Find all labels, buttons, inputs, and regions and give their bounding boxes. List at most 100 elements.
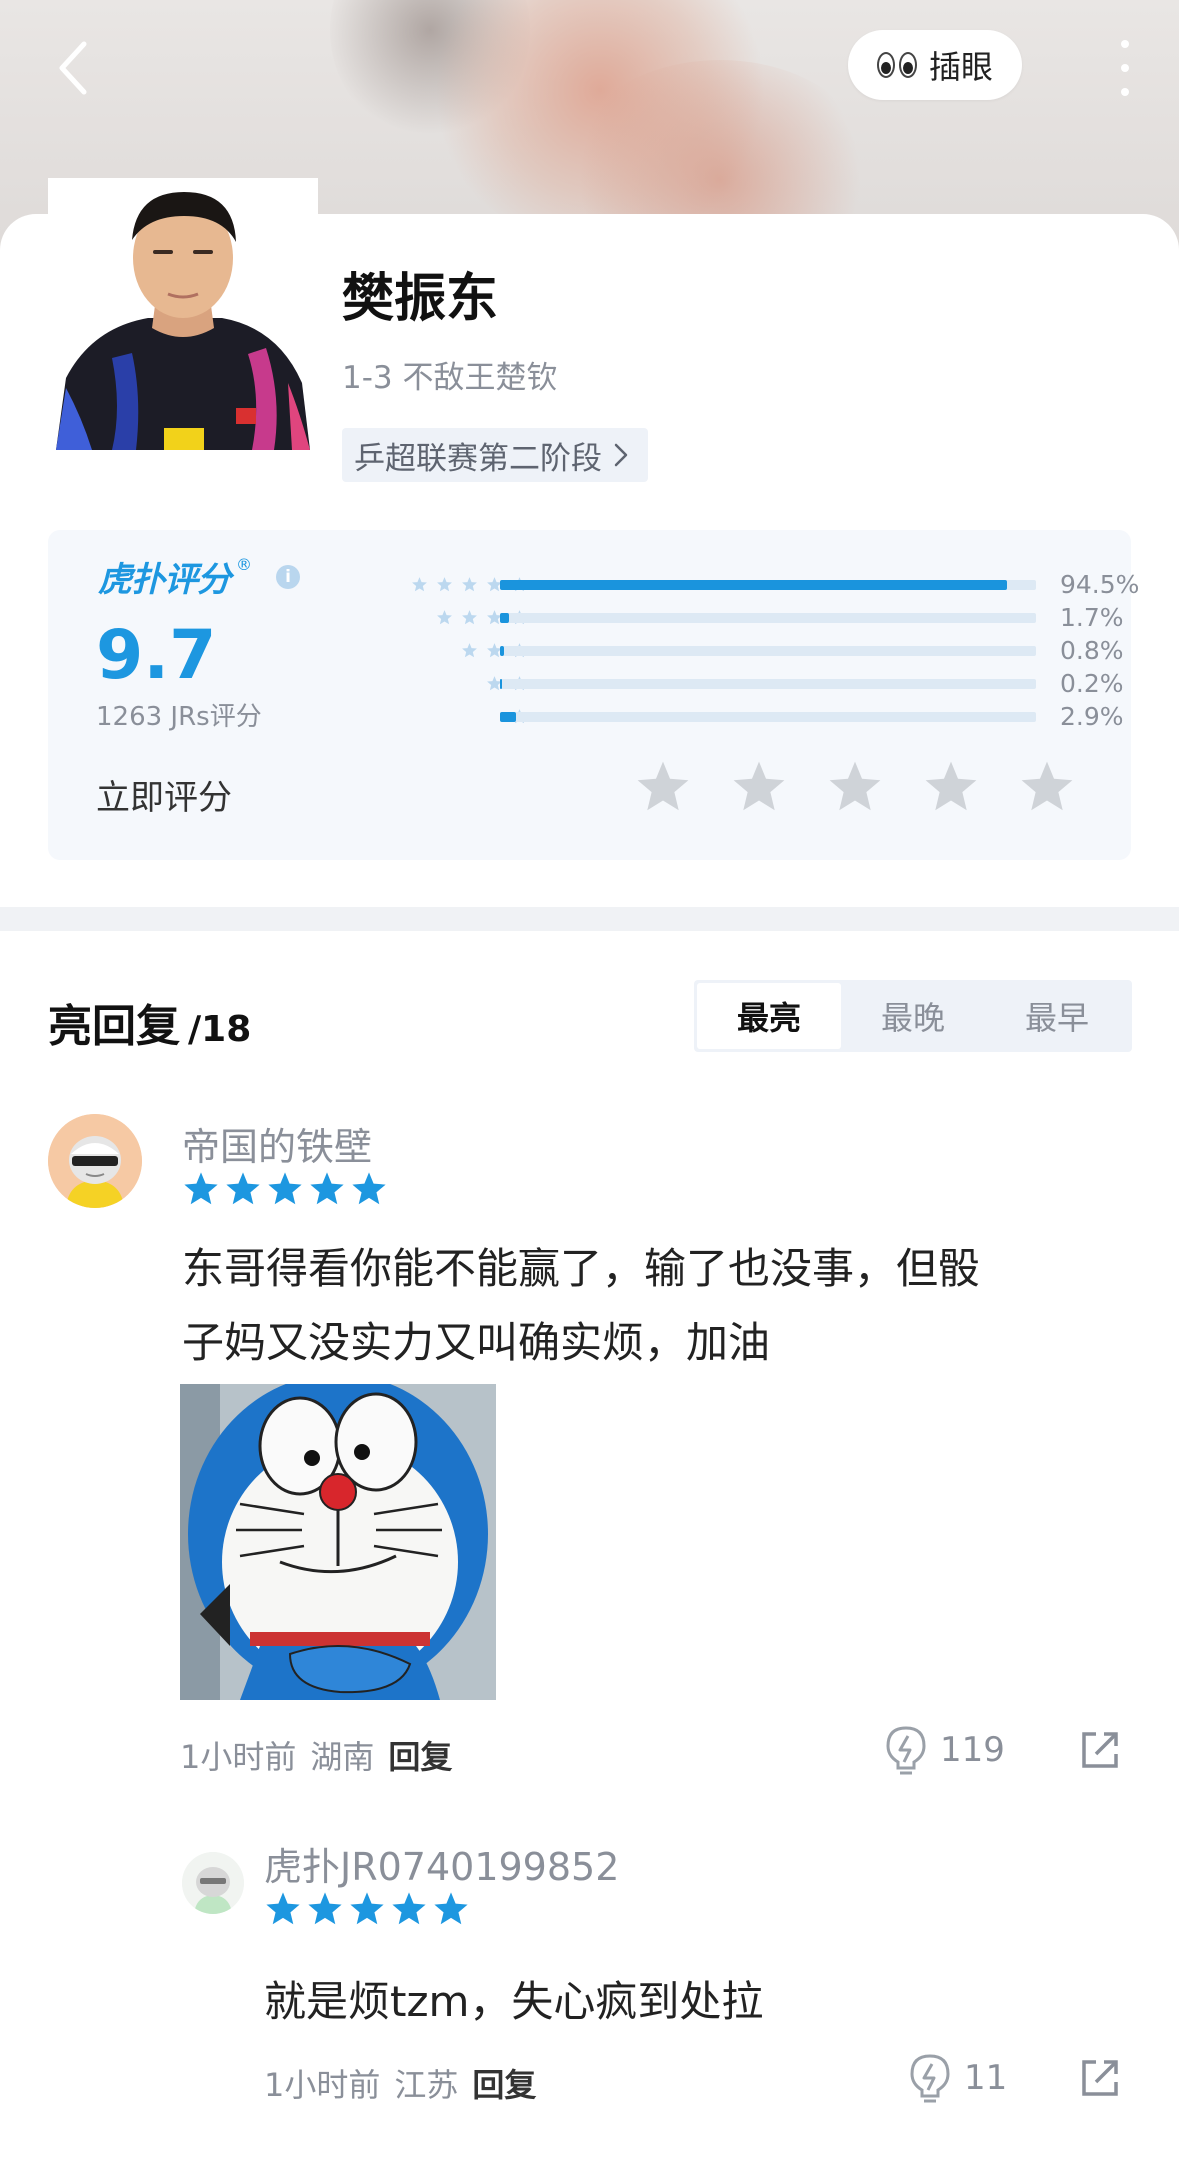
reply-text-line: 子妈又没实力又叫确实烦，加油 <box>182 1318 771 1367</box>
rate-now-label: 立即评分 <box>96 778 232 818</box>
reply-meta: 1小时前 湖南 回复 <box>180 1732 452 1778</box>
dot-icon <box>1121 64 1129 72</box>
replies-title: 亮回复 <box>48 1001 180 1052</box>
chevron-right-icon <box>614 443 628 467</box>
peek-button[interactable]: 插眼 <box>848 30 1022 100</box>
user-rating-stars <box>264 1890 470 1928</box>
rating-brand: 虎扑评分 ® i <box>98 552 300 601</box>
star-icon <box>226 1172 260 1205</box>
dot-icon <box>1121 88 1129 96</box>
star-icon <box>437 577 452 592</box>
distribution-percent: 1.7% <box>1060 603 1124 632</box>
rating-score: 9.7 <box>96 616 217 695</box>
star-icon <box>462 643 477 658</box>
tab-earliest[interactable]: 最早 <box>985 983 1129 1049</box>
doraemon-image <box>180 1384 496 1700</box>
reply-location: 江苏 <box>394 2066 459 2104</box>
like-button[interactable]: 11 <box>908 2052 1007 2104</box>
more-options-button[interactable] <box>1110 40 1140 96</box>
user-rating-stars <box>182 1170 388 1208</box>
reply-location: 湖南 <box>310 1738 375 1776</box>
distribution-row: 1.7% <box>308 601 1124 634</box>
event-tag[interactable]: 乒超联赛第二阶段 <box>342 428 648 482</box>
reply-text: 东哥得看你能不能赢了，输了也没事，但骰 子妈又没实力又叫确实烦，加油 <box>182 1232 980 1380</box>
star-icon <box>462 577 477 592</box>
distribution-bar-fill <box>500 679 502 689</box>
share-icon <box>1082 1732 1118 1768</box>
star-icon <box>412 577 427 592</box>
star-icon <box>308 1892 342 1925</box>
distribution-percent: 0.2% <box>1060 669 1124 698</box>
rating-count: 1263 JRs评分 <box>96 702 262 732</box>
eyes-icon <box>876 52 917 78</box>
reply-meta: 1小时前 江苏 回复 <box>264 2060 536 2106</box>
distribution-percent: 94.5% <box>1060 570 1140 599</box>
tab-latest[interactable]: 最晚 <box>841 983 985 1049</box>
username[interactable]: 虎扑JR0740199852 <box>264 1836 619 1891</box>
reply-text: 就是烦tzm，失心疯到处拉 <box>264 1977 764 2026</box>
reply-button[interactable]: 回复 <box>388 1732 452 1778</box>
star-icon <box>437 610 452 625</box>
tab-brightest[interactable]: 最亮 <box>697 983 841 1049</box>
event-tag-label: 乒超联赛第二阶段 <box>354 440 602 477</box>
back-button[interactable] <box>48 38 108 98</box>
distribution-bar <box>500 646 1036 656</box>
share-icon <box>1082 2060 1118 2096</box>
distribution-bar-fill <box>500 580 1007 590</box>
like-count: 11 <box>964 2058 1008 2098</box>
star-icon[interactable] <box>1018 758 1076 816</box>
peek-label: 插眼 <box>928 48 993 86</box>
reply-text-line: 东哥得看你能不能赢了，输了也没事，但骰 <box>182 1244 981 1293</box>
replies-header: 亮回复 /18 <box>48 990 251 1054</box>
star-icon <box>268 1172 302 1205</box>
avatar-icon <box>48 1114 142 1208</box>
avatar-icon <box>182 1852 244 1914</box>
player-result: 1-3 不敌王楚钦 <box>342 360 558 396</box>
distribution-bar-fill <box>500 613 510 623</box>
player-photo <box>48 178 318 450</box>
star-icon <box>184 1172 218 1205</box>
hupu-rating-logo: 虎扑评分 <box>98 560 231 600</box>
star-icon[interactable] <box>826 758 884 816</box>
star-icon <box>266 1892 300 1925</box>
distribution-bar <box>500 712 1036 722</box>
username[interactable]: 帝国的铁壁 <box>182 1116 372 1171</box>
star-icon <box>350 1892 384 1925</box>
player-portrait <box>52 178 314 450</box>
star-icon[interactable] <box>634 758 692 816</box>
rating-panel: 虎扑评分 ® i 9.7 1263 JRs评分 94.5% 1.7% 0.8% 0.2… <box>48 530 1139 860</box>
sort-tabs: 最亮 最晚 最早 <box>694 980 1132 1052</box>
share-button[interactable] <box>1078 2056 1122 2104</box>
distribution-row: 2.9% <box>308 700 1124 733</box>
section-divider <box>0 907 1179 931</box>
distribution-row: 0.2% <box>308 667 1124 700</box>
distribution-bar-fill <box>500 646 505 656</box>
registered-mark: ® <box>236 555 252 574</box>
share-button[interactable] <box>1078 1728 1122 1776</box>
replies-count: /18 <box>188 1009 252 1050</box>
star-icon[interactable] <box>730 758 788 816</box>
distribution-bar <box>500 679 1036 689</box>
avatar[interactable] <box>48 1114 142 1208</box>
player-name: 樊振东 <box>342 269 499 329</box>
star-icon <box>310 1172 344 1205</box>
rate-stars <box>634 758 1076 816</box>
reply-image[interactable] <box>180 1384 496 1700</box>
like-button[interactable]: 119 <box>884 1724 1005 1776</box>
info-icon[interactable]: i <box>276 564 300 589</box>
rating-distribution: 94.5% 1.7% 0.8% 0.2% 2.9% <box>308 568 1139 733</box>
chevron-left-icon <box>59 41 87 95</box>
reply-time: 1小时前 <box>180 1738 297 1776</box>
star-icon <box>352 1172 386 1205</box>
reply-button[interactable]: 回复 <box>472 2060 536 2106</box>
star-icon <box>462 610 477 625</box>
distribution-percent: 2.9% <box>1060 702 1124 731</box>
distribution-row: 94.5% <box>308 568 1139 601</box>
reply-time: 1小时前 <box>264 2066 381 2104</box>
distribution-bar-fill <box>500 712 516 722</box>
star-icon[interactable] <box>922 758 980 816</box>
star-icon <box>392 1892 426 1925</box>
distribution-bar <box>500 613 1036 623</box>
lightbulb-icon <box>886 1726 926 1775</box>
avatar[interactable] <box>182 1852 244 1914</box>
